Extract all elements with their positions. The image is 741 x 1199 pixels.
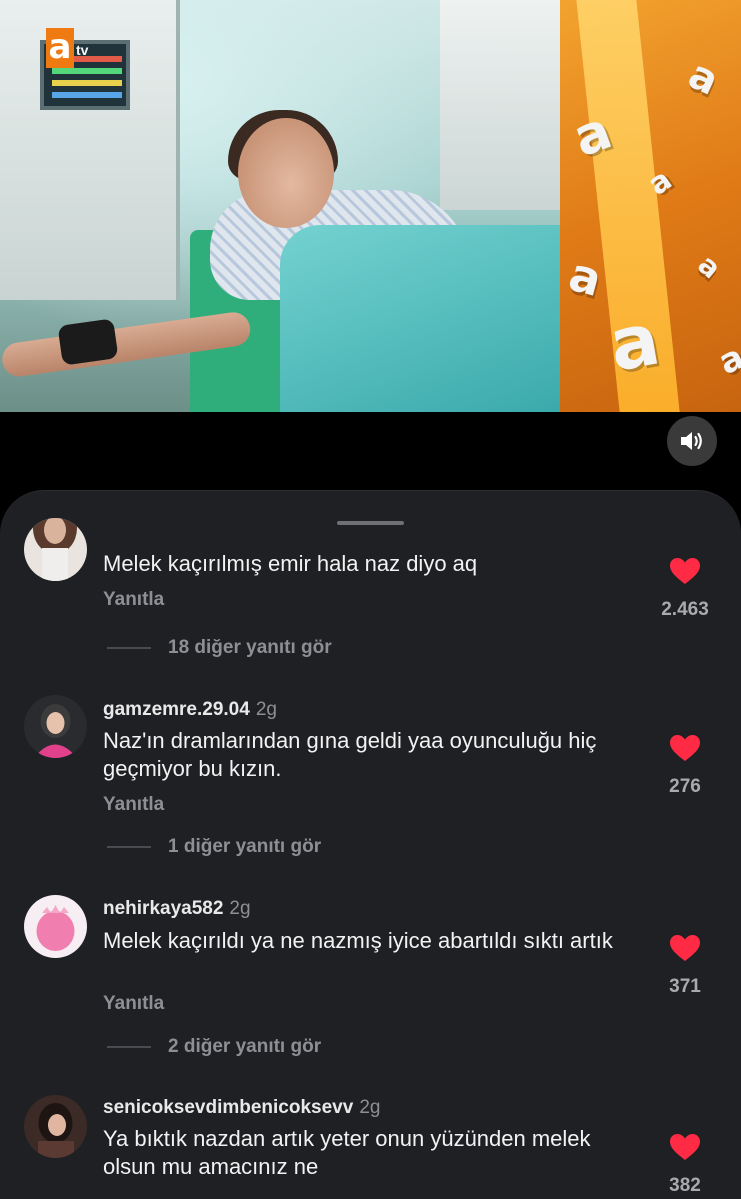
video-player[interactable]: a a a a a a a a tv [0, 0, 741, 412]
username[interactable]: senicoksevdimbenicoksevv [103, 1097, 353, 1118]
comment-author: nehirkaya582 2g [103, 898, 251, 920]
like-count: 371 [669, 976, 701, 997]
view-more-replies-label: 2 diğer yanıtı gör [168, 1036, 322, 1057]
comment-time: 2g [359, 1097, 381, 1118]
comment-text: Naz'ın dramlarından gına geldi yaa oyunc… [103, 728, 597, 781]
patient-face [238, 118, 334, 228]
speaker-volume-icon [681, 432, 702, 450]
sheet-drag-handle[interactable] [337, 521, 404, 525]
restraint-cuff [57, 318, 119, 366]
avatar[interactable] [24, 518, 87, 581]
comment-time: 2g [229, 898, 251, 919]
like-count: 276 [669, 776, 701, 797]
comments-sheet: Melek kaçırılmış emir hala naz diyo aq Y… [0, 490, 741, 1199]
channel-logo-suffix: tv [76, 42, 89, 58]
comment-author: gamzemre.29.04 2g [103, 699, 277, 721]
avatar[interactable] [24, 1095, 87, 1158]
heart-icon [670, 558, 700, 584]
reply-button[interactable]: Yanıtla [103, 794, 164, 816]
reply-button[interactable]: Yanıtla [103, 589, 164, 611]
channel-logo-mark: a [46, 28, 74, 68]
comment-text: Ya bıktık nazdan artık yeter onun yüzünd… [103, 1126, 591, 1179]
like-count: 2.463 [661, 599, 709, 620]
divider-line [107, 1046, 151, 1048]
volume-button[interactable] [667, 416, 717, 466]
like-button[interactable]: 371 [640, 934, 730, 998]
username[interactable]: nehirkaya582 [103, 898, 223, 919]
heart-icon [670, 935, 700, 961]
heart-icon [670, 1134, 700, 1160]
username[interactable]: gamzemre.29.04 [103, 699, 250, 720]
avatar[interactable] [24, 895, 87, 958]
divider-line [107, 846, 151, 848]
heart-icon [670, 735, 700, 761]
comment-time: 2g [255, 699, 277, 720]
medical-equipment [440, 0, 570, 210]
comment-author: senicoksevdimbenicoksevv 2g [103, 1097, 380, 1119]
channel-logo: a tv [46, 28, 88, 68]
comment-text: Melek kaçırılmış emir hala naz diyo aq [103, 551, 478, 576]
reply-button[interactable]: Yanıtla [103, 993, 164, 1015]
like-button[interactable]: 276 [640, 734, 730, 798]
like-count: 382 [669, 1175, 701, 1196]
bed-sheet [280, 225, 565, 412]
view-more-replies[interactable]: 1 diğer yanıtı gör [107, 836, 321, 858]
view-more-replies[interactable]: 2 diğer yanıtı gör [107, 1036, 321, 1058]
like-button[interactable]: 2.463 [640, 557, 730, 621]
like-button[interactable]: 382 [640, 1133, 730, 1197]
medical-monitor [0, 0, 180, 300]
comment-text: Melek kaçırıldı ya ne nazmış iyice abart… [103, 928, 613, 953]
view-more-replies-label: 1 diğer yanıtı gör [168, 836, 322, 857]
divider-line [107, 647, 151, 649]
view-more-replies-label: 18 diğer yanıtı gör [168, 637, 332, 658]
avatar[interactable] [24, 695, 87, 758]
view-more-replies[interactable]: 18 diğer yanıtı gör [107, 637, 332, 659]
